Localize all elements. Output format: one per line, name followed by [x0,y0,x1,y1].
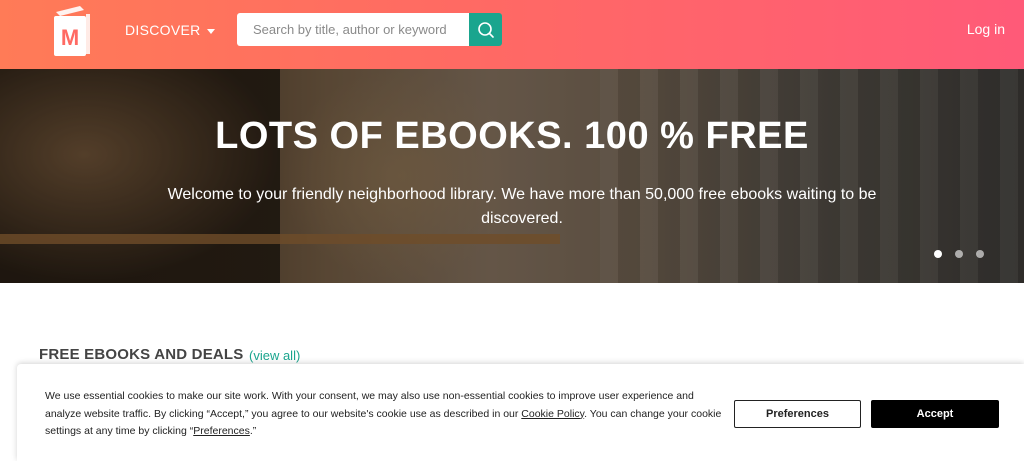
search-input[interactable] [237,13,469,46]
carousel-dots [934,250,984,258]
search-button[interactable] [469,13,502,46]
preferences-button[interactable]: Preferences [734,400,861,428]
cookie-text: We use essential cookies to make our sit… [45,388,725,441]
caret-down-icon [206,28,215,34]
hero-subtitle: Welcome to your friendly neighborhood li… [167,186,877,227]
cookie-text-part3: .” [249,425,257,437]
top-header: M DISCOVER Log in [0,0,1024,69]
preferences-link[interactable]: Preferences [193,425,250,437]
hero-carousel: LOTS OF EBOOKS. 100 % FREE Welcome to yo… [0,69,1024,283]
discover-menu[interactable]: DISCOVER [125,20,215,40]
carousel-dot-2[interactable] [955,250,963,258]
search-bar [237,13,502,46]
carousel-dot-1[interactable] [934,250,942,258]
cookie-banner: We use essential cookies to make our sit… [17,364,1024,461]
carousel-dot-3[interactable] [976,250,984,258]
hero-title: LOTS OF EBOOKS. 100 % FREE [215,115,809,157]
cookie-policy-link[interactable]: Cookie Policy [521,408,584,420]
svg-text:M: M [61,25,79,50]
discover-label: DISCOVER [125,22,201,38]
section-title: FREE EBOOKS AND DEALS [39,346,244,363]
search-icon [477,21,494,38]
accept-button[interactable]: Accept [871,400,999,428]
hero-overlay [0,69,1024,283]
book-logo-icon[interactable]: M [50,4,92,58]
view-all-link[interactable]: (view all) [249,348,300,363]
login-link[interactable]: Log in [967,21,1005,37]
